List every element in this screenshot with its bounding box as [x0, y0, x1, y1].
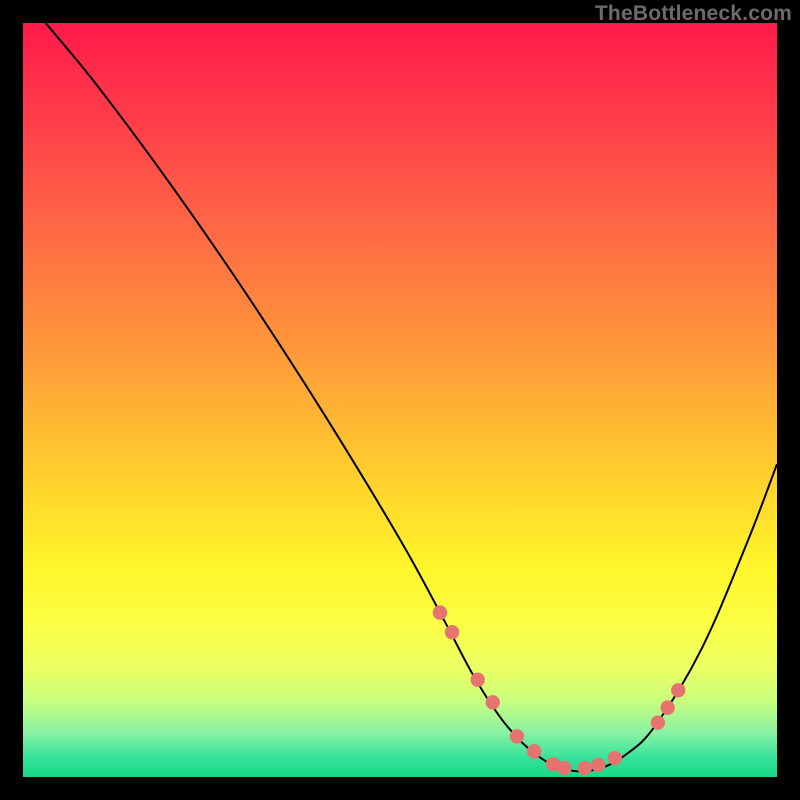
highlight-dot — [470, 673, 484, 687]
highlight-dot — [591, 758, 605, 772]
highlight-dot — [557, 761, 571, 775]
highlight-dot — [510, 729, 524, 743]
chart-frame — [23, 23, 777, 777]
highlight-dot — [445, 625, 459, 639]
highlight-dot — [527, 744, 541, 758]
highlight-dot — [578, 761, 592, 775]
highlight-dot — [671, 683, 685, 697]
watermark-text: TheBottleneck.com — [595, 2, 792, 26]
highlight-dot — [433, 605, 447, 619]
highlight-dot — [608, 751, 622, 765]
bottleneck-curve — [23, 23, 777, 777]
highlight-dot — [660, 700, 674, 714]
highlight-dot — [486, 695, 500, 709]
highlight-dot — [651, 716, 665, 730]
